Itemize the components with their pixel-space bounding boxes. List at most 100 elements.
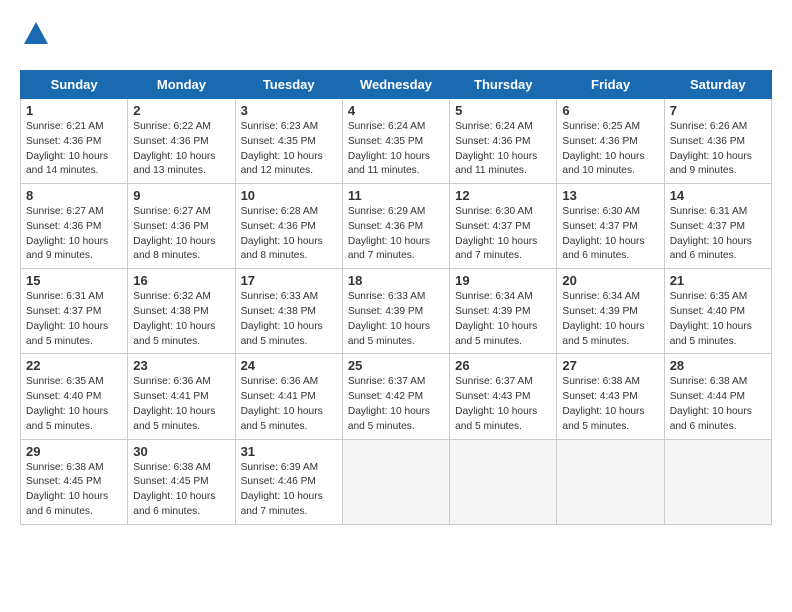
day-number: 29 (26, 444, 122, 459)
calendar-cell: 31 Sunrise: 6:39 AMSunset: 4:46 PMDaylig… (235, 439, 342, 524)
col-header-wednesday: Wednesday (342, 71, 449, 99)
calendar-cell: 4 Sunrise: 6:24 AMSunset: 4:35 PMDayligh… (342, 99, 449, 184)
day-number: 14 (670, 188, 766, 203)
day-number: 23 (133, 358, 229, 373)
day-number: 25 (348, 358, 444, 373)
col-header-tuesday: Tuesday (235, 71, 342, 99)
day-number: 20 (562, 273, 658, 288)
calendar-cell: 17 Sunrise: 6:33 AMSunset: 4:38 PMDaylig… (235, 269, 342, 354)
calendar-cell: 26 Sunrise: 6:37 AMSunset: 4:43 PMDaylig… (450, 354, 557, 439)
day-info: Sunrise: 6:32 AMSunset: 4:38 PMDaylight:… (133, 290, 229, 349)
calendar-cell: 5 Sunrise: 6:24 AMSunset: 4:36 PMDayligh… (450, 99, 557, 184)
day-number: 30 (133, 444, 229, 459)
calendar-cell: 13 Sunrise: 6:30 AMSunset: 4:37 PMDaylig… (557, 184, 664, 269)
calendar-cell: 3 Sunrise: 6:23 AMSunset: 4:35 PMDayligh… (235, 99, 342, 184)
day-info: Sunrise: 6:22 AMSunset: 4:36 PMDaylight:… (133, 120, 229, 179)
day-number: 13 (562, 188, 658, 203)
calendar-cell: 29 Sunrise: 6:38 AMSunset: 4:45 PMDaylig… (21, 439, 128, 524)
day-number: 1 (26, 103, 122, 118)
day-info: Sunrise: 6:37 AMSunset: 4:42 PMDaylight:… (348, 375, 444, 434)
day-number: 8 (26, 188, 122, 203)
day-info: Sunrise: 6:30 AMSunset: 4:37 PMDaylight:… (455, 205, 551, 264)
day-info: Sunrise: 6:27 AMSunset: 4:36 PMDaylight:… (133, 205, 229, 264)
day-number: 22 (26, 358, 122, 373)
day-number: 7 (670, 103, 766, 118)
day-info: Sunrise: 6:36 AMSunset: 4:41 PMDaylight:… (133, 375, 229, 434)
day-info: Sunrise: 6:26 AMSunset: 4:36 PMDaylight:… (670, 120, 766, 179)
calendar-cell: 20 Sunrise: 6:34 AMSunset: 4:39 PMDaylig… (557, 269, 664, 354)
calendar-cell: 1 Sunrise: 6:21 AMSunset: 4:36 PMDayligh… (21, 99, 128, 184)
day-info: Sunrise: 6:36 AMSunset: 4:41 PMDaylight:… (241, 375, 337, 434)
calendar-cell (342, 439, 449, 524)
calendar-cell: 15 Sunrise: 6:31 AMSunset: 4:37 PMDaylig… (21, 269, 128, 354)
logo (20, 20, 50, 54)
week-row: 22 Sunrise: 6:35 AMSunset: 4:40 PMDaylig… (21, 354, 772, 439)
page-header (20, 20, 772, 54)
calendar-cell: 23 Sunrise: 6:36 AMSunset: 4:41 PMDaylig… (128, 354, 235, 439)
day-info: Sunrise: 6:37 AMSunset: 4:43 PMDaylight:… (455, 375, 551, 434)
day-info: Sunrise: 6:31 AMSunset: 4:37 PMDaylight:… (26, 290, 122, 349)
calendar-cell: 7 Sunrise: 6:26 AMSunset: 4:36 PMDayligh… (664, 99, 771, 184)
day-number: 26 (455, 358, 551, 373)
calendar-cell: 30 Sunrise: 6:38 AMSunset: 4:45 PMDaylig… (128, 439, 235, 524)
calendar-cell: 28 Sunrise: 6:38 AMSunset: 4:44 PMDaylig… (664, 354, 771, 439)
header-row: SundayMondayTuesdayWednesdayThursdayFrid… (21, 71, 772, 99)
logo-wordmark (20, 20, 50, 54)
day-info: Sunrise: 6:24 AMSunset: 4:36 PMDaylight:… (455, 120, 551, 179)
col-header-thursday: Thursday (450, 71, 557, 99)
calendar-cell: 9 Sunrise: 6:27 AMSunset: 4:36 PMDayligh… (128, 184, 235, 269)
day-number: 28 (670, 358, 766, 373)
day-info: Sunrise: 6:38 AMSunset: 4:45 PMDaylight:… (133, 461, 229, 520)
day-info: Sunrise: 6:23 AMSunset: 4:35 PMDaylight:… (241, 120, 337, 179)
calendar-cell: 27 Sunrise: 6:38 AMSunset: 4:43 PMDaylig… (557, 354, 664, 439)
day-number: 2 (133, 103, 229, 118)
day-info: Sunrise: 6:24 AMSunset: 4:35 PMDaylight:… (348, 120, 444, 179)
calendar-cell: 16 Sunrise: 6:32 AMSunset: 4:38 PMDaylig… (128, 269, 235, 354)
day-number: 15 (26, 273, 122, 288)
day-info: Sunrise: 6:33 AMSunset: 4:39 PMDaylight:… (348, 290, 444, 349)
day-info: Sunrise: 6:34 AMSunset: 4:39 PMDaylight:… (455, 290, 551, 349)
calendar-cell: 10 Sunrise: 6:28 AMSunset: 4:36 PMDaylig… (235, 184, 342, 269)
calendar-cell: 14 Sunrise: 6:31 AMSunset: 4:37 PMDaylig… (664, 184, 771, 269)
day-info: Sunrise: 6:34 AMSunset: 4:39 PMDaylight:… (562, 290, 658, 349)
calendar-cell (557, 439, 664, 524)
day-number: 31 (241, 444, 337, 459)
day-number: 4 (348, 103, 444, 118)
day-info: Sunrise: 6:38 AMSunset: 4:45 PMDaylight:… (26, 461, 122, 520)
day-number: 3 (241, 103, 337, 118)
calendar-cell: 12 Sunrise: 6:30 AMSunset: 4:37 PMDaylig… (450, 184, 557, 269)
day-info: Sunrise: 6:35 AMSunset: 4:40 PMDaylight:… (670, 290, 766, 349)
calendar-cell: 2 Sunrise: 6:22 AMSunset: 4:36 PMDayligh… (128, 99, 235, 184)
day-info: Sunrise: 6:38 AMSunset: 4:43 PMDaylight:… (562, 375, 658, 434)
day-info: Sunrise: 6:35 AMSunset: 4:40 PMDaylight:… (26, 375, 122, 434)
day-info: Sunrise: 6:33 AMSunset: 4:38 PMDaylight:… (241, 290, 337, 349)
week-row: 29 Sunrise: 6:38 AMSunset: 4:45 PMDaylig… (21, 439, 772, 524)
day-number: 11 (348, 188, 444, 203)
day-number: 9 (133, 188, 229, 203)
col-header-sunday: Sunday (21, 71, 128, 99)
week-row: 15 Sunrise: 6:31 AMSunset: 4:37 PMDaylig… (21, 269, 772, 354)
logo-icon (22, 20, 50, 48)
day-number: 21 (670, 273, 766, 288)
day-number: 18 (348, 273, 444, 288)
day-number: 19 (455, 273, 551, 288)
calendar-cell: 25 Sunrise: 6:37 AMSunset: 4:42 PMDaylig… (342, 354, 449, 439)
day-info: Sunrise: 6:25 AMSunset: 4:36 PMDaylight:… (562, 120, 658, 179)
day-number: 10 (241, 188, 337, 203)
day-number: 27 (562, 358, 658, 373)
calendar-cell: 24 Sunrise: 6:36 AMSunset: 4:41 PMDaylig… (235, 354, 342, 439)
day-info: Sunrise: 6:38 AMSunset: 4:44 PMDaylight:… (670, 375, 766, 434)
day-info: Sunrise: 6:28 AMSunset: 4:36 PMDaylight:… (241, 205, 337, 264)
col-header-friday: Friday (557, 71, 664, 99)
day-number: 16 (133, 273, 229, 288)
col-header-monday: Monday (128, 71, 235, 99)
calendar-cell: 6 Sunrise: 6:25 AMSunset: 4:36 PMDayligh… (557, 99, 664, 184)
calendar-table: SundayMondayTuesdayWednesdayThursdayFrid… (20, 70, 772, 525)
calendar-cell: 8 Sunrise: 6:27 AMSunset: 4:36 PMDayligh… (21, 184, 128, 269)
calendar-cell (664, 439, 771, 524)
calendar-cell: 22 Sunrise: 6:35 AMSunset: 4:40 PMDaylig… (21, 354, 128, 439)
day-number: 12 (455, 188, 551, 203)
day-info: Sunrise: 6:31 AMSunset: 4:37 PMDaylight:… (670, 205, 766, 264)
calendar-cell: 11 Sunrise: 6:29 AMSunset: 4:36 PMDaylig… (342, 184, 449, 269)
day-info: Sunrise: 6:27 AMSunset: 4:36 PMDaylight:… (26, 205, 122, 264)
